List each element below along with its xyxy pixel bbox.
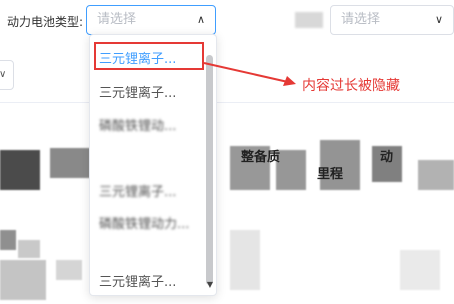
battery-type-select[interactable]: 请选择 ∧: [86, 5, 216, 35]
scroll-down-icon[interactable]: ▼: [207, 280, 213, 289]
annotation-text: 内容过长被隐藏: [302, 78, 400, 94]
chevron-up-icon: ∧: [196, 13, 205, 26]
second-filter-select-placeholder: 请选择: [341, 12, 381, 27]
chevron-down-icon: ∨: [434, 13, 443, 26]
dropdown-option[interactable]: 三元锂离子...: [99, 271, 176, 290]
divider: [0, 102, 454, 103]
dropdown-option[interactable]: 三元锂离子...: [99, 181, 176, 200]
table-header-mileage: 里程: [317, 167, 344, 182]
table-header-col: 动: [380, 150, 394, 165]
dropdown-scrollbar[interactable]: [206, 55, 213, 285]
battery-type-label: 动力电池类型:: [7, 15, 84, 29]
battery-type-dropdown: 三元锂离子... 三元锂离子... 磷酸铁锂动... 三元锂离子... 磷酸铁锂…: [89, 34, 217, 296]
dropdown-option[interactable]: 三元锂离子...: [99, 82, 176, 101]
left-partial-select[interactable]: ∨: [0, 60, 14, 90]
table-header-curb-weight: 整备质: [241, 150, 281, 165]
second-filter-select[interactable]: 请选择 ∨: [330, 5, 454, 35]
second-filter-label: [295, 12, 323, 28]
chevron-down-icon: ∨: [0, 69, 7, 80]
dropdown-option[interactable]: 磷酸铁锂动...: [99, 115, 176, 134]
highlight-box: [94, 42, 204, 70]
dropdown-option[interactable]: 磷酸铁锂动力...: [99, 213, 189, 232]
battery-type-select-placeholder: 请选择: [97, 12, 137, 27]
